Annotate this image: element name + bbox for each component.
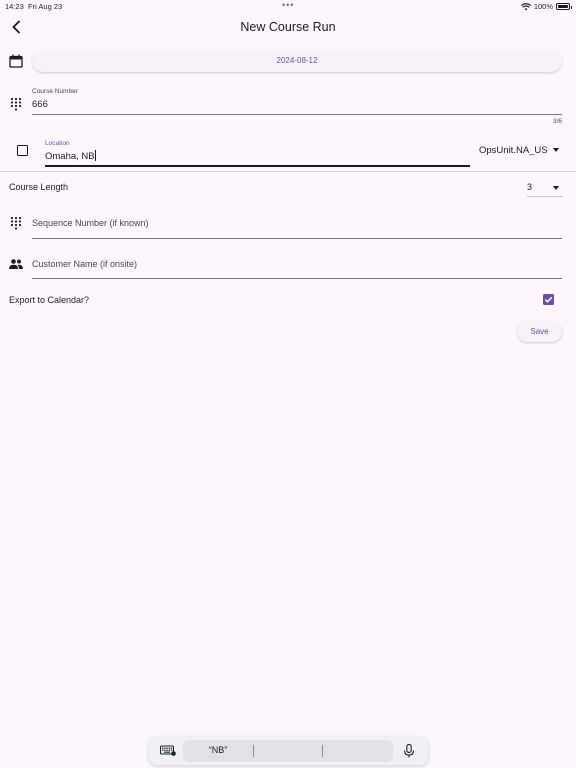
course-length-underline [527,196,563,197]
section-divider [0,171,576,172]
course-length-label: Course Length [9,182,69,192]
microphone-icon[interactable] [403,744,415,758]
suggestion-divider [322,745,323,757]
dropdown-arrow-icon [553,186,559,190]
location-label: Location [45,140,70,147]
course-length-value: 3 [527,182,533,192]
location-checkbox[interactable] [17,145,28,156]
course-number-label: Course Number [32,88,78,95]
battery-icon [556,3,572,10]
dialpad-icon [10,97,22,111]
export-calendar-label: Export to Calendar? [9,295,90,305]
battery-percent: 100% [533,2,553,11]
calendar-icon [9,54,23,68]
status-time: 14:23 [5,2,24,11]
people-icon [9,259,23,269]
page-title: New Course Run [240,20,336,34]
dropdown-arrow-icon [552,148,559,153]
customer-name-input[interactable]: Customer Name (if onsite) [32,259,137,269]
ops-unit-value: OpsUnit.NA_US [479,145,548,156]
suggestion-divider [253,745,254,757]
export-calendar-checkbox[interactable] [543,294,554,305]
course-number-input[interactable]: 666 [32,99,48,110]
course-length-dropdown[interactable]: 3 [527,182,563,196]
text-cursor [94,150,96,161]
ops-unit-dropdown[interactable]: OpsUnit.NA_US [479,145,559,156]
sequence-number-underline [32,238,562,239]
location-input[interactable]: Omaha, NB [45,150,96,162]
status-date: Fri Aug 23 [28,2,63,11]
date-picker-button[interactable]: 2024-08-12 [32,50,562,72]
sequence-number-input[interactable]: Sequence Number (if known) [32,218,149,228]
course-number-counter: 3/6 [552,118,562,125]
suggestion-item[interactable]: “NB” [183,745,253,755]
dialpad-icon [10,216,22,230]
customer-name-underline [32,278,562,279]
save-button[interactable]: Save [517,321,562,342]
wifi-icon [520,2,531,10]
checkmark-icon [544,296,553,303]
multitasking-dots-icon[interactable]: ••• [282,0,294,10]
status-indicators: 100% [520,2,572,11]
keyboard-icon[interactable] [160,745,176,756]
location-underline [45,165,470,167]
course-number-underline [32,114,562,115]
location-value: Omaha, NB [45,151,95,162]
